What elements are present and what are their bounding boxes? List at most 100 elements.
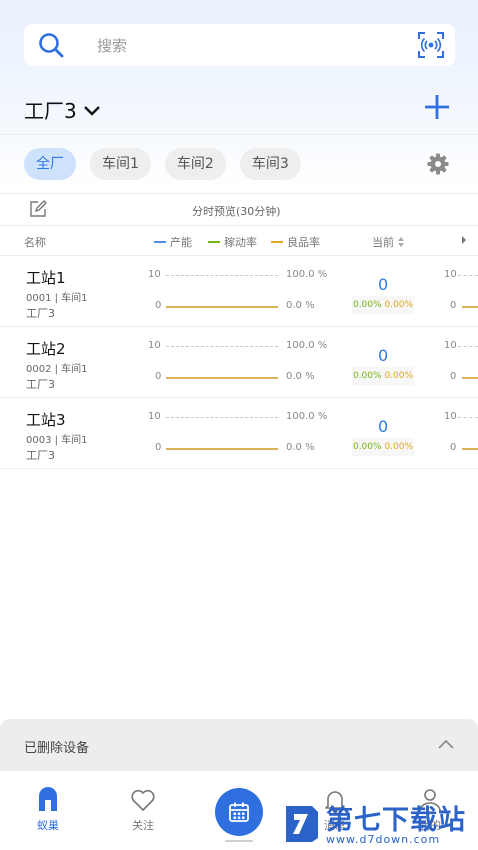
percent-min-label: 0.0 % [286, 300, 315, 311]
filter-chip-workshop3[interactable]: 车间3 [239, 148, 301, 180]
percent-max-label: 100.0 % [286, 411, 328, 422]
next-axis-max-label: 10 [444, 269, 457, 280]
chevron-down-icon [83, 105, 100, 116]
chevron-up-icon[interactable] [437, 736, 455, 754]
station-name: 工站2 [26, 340, 66, 358]
utilization-rate: 0.00% [352, 300, 382, 310]
legend-label: 良品率 [287, 236, 320, 249]
station-factory: 工厂3 [26, 307, 55, 320]
axis-max-label: 10 [148, 411, 161, 422]
station-row[interactable]: 工站2 0002 | 车间1 工厂3 10 0 100.0 % 0.0 % 0 … [0, 327, 478, 398]
legend-label: 产能 [170, 236, 192, 249]
tab-label: 蚁巢 [37, 819, 59, 832]
divider [0, 134, 478, 135]
center-indicator [225, 840, 253, 842]
scan-icon[interactable] [417, 31, 445, 59]
current-value: 0 [378, 417, 389, 436]
deleted-devices-label: 已删除设备 [24, 741, 90, 756]
factory-selector[interactable]: 工厂3 [24, 95, 101, 124]
next-axis-min-label: 0 [450, 300, 457, 311]
legend-swatch [154, 241, 166, 243]
legend-swatch [271, 241, 283, 243]
chart-gridline [166, 417, 278, 418]
utilization-rate: 0.00% [352, 371, 382, 381]
chart-series-line [166, 448, 278, 450]
chart-series-line [166, 377, 278, 379]
column-name-header: 名称 [24, 236, 46, 249]
station-code: 0003 | 车间1 [26, 435, 88, 446]
rate-badges: 0.00% 0.00% [352, 296, 414, 314]
axis-min-label: 0 [155, 442, 162, 453]
current-header-label: 当前 [372, 236, 394, 249]
station-row[interactable]: 工站1 0001 | 车间1 工厂3 10 0 100.0 % 0.0 % 0 … [0, 256, 478, 327]
home-icon [39, 787, 57, 811]
next-axis-min-label: 0 [450, 442, 457, 453]
preview-label: 分时预览(30分钟) [192, 205, 281, 218]
axis-min-label: 0 [155, 300, 162, 311]
rate-badges: 0.00% 0.00% [352, 367, 414, 385]
legend-utilization: 稼动率 [208, 234, 257, 250]
chart-series-line [462, 377, 478, 379]
gear-icon[interactable] [426, 152, 450, 176]
heart-icon [131, 789, 155, 811]
station-factory: 工厂3 [26, 378, 55, 391]
add-icon[interactable] [424, 94, 450, 120]
axis-min-label: 0 [155, 371, 162, 382]
next-axis-max-label: 10 [444, 411, 457, 422]
table-header: 名称 产能 稼动率 良品率 当前 [0, 230, 478, 254]
current-sort-header[interactable]: 当前 [372, 234, 405, 250]
yield-rate: 0.00% [384, 371, 414, 381]
chart-series-line [462, 448, 478, 450]
station-code: 0001 | 车间1 [26, 293, 88, 304]
legend-yield: 良品率 [271, 234, 320, 250]
tab-home[interactable]: 蚁巢 [18, 787, 78, 833]
station-name: 工站3 [26, 411, 66, 429]
station-row[interactable]: 工站3 0003 | 车间1 工厂3 10 0 100.0 % 0.0 % 0 … [0, 398, 478, 469]
percent-max-label: 100.0 % [286, 269, 328, 280]
chart-gridline [458, 417, 478, 418]
chart-series-line [166, 306, 278, 308]
deleted-devices-panel[interactable]: 已删除设备 [0, 719, 478, 771]
yield-rate: 0.00% [384, 300, 414, 310]
watermark-url: www.d7down.com [326, 833, 441, 846]
workshop-filter-tabs: 全厂 车间1 车间2 车间3 [24, 148, 301, 180]
watermark-logo-icon [286, 806, 318, 842]
divider [0, 225, 478, 226]
calendar-icon [229, 802, 249, 822]
percent-min-label: 0.0 % [286, 371, 315, 382]
next-axis-max-label: 10 [444, 340, 457, 351]
current-value: 0 [378, 346, 389, 365]
next-axis-min-label: 0 [450, 371, 457, 382]
chart-gridline [458, 275, 478, 276]
station-code: 0002 | 车间1 [26, 364, 88, 375]
axis-max-label: 10 [148, 269, 161, 280]
legend-label: 稼动率 [224, 236, 257, 249]
axis-max-label: 10 [148, 340, 161, 351]
search-bar[interactable]: 搜索 [24, 24, 455, 66]
percent-min-label: 0.0 % [286, 442, 315, 453]
filter-chip-workshop2[interactable]: 车间2 [164, 148, 226, 180]
legend-capacity: 产能 [154, 234, 192, 250]
yield-rate: 0.00% [384, 442, 414, 452]
edit-icon[interactable] [29, 200, 47, 218]
station-factory: 工厂3 [26, 449, 55, 462]
scroll-right-icon[interactable] [460, 234, 468, 246]
station-name: 工站1 [26, 269, 66, 287]
legend-swatch [208, 241, 220, 243]
calendar-button[interactable] [215, 788, 263, 836]
tab-label: 关注 [132, 819, 154, 832]
search-icon [39, 33, 64, 58]
divider [0, 193, 478, 194]
preview-row: 分时预览(30分钟) [0, 196, 478, 224]
percent-max-label: 100.0 % [286, 340, 328, 351]
filter-chip-workshop1[interactable]: 车间1 [90, 148, 151, 180]
filter-chip-all[interactable]: 全厂 [24, 148, 76, 180]
chart-gridline [166, 275, 278, 276]
chart-gridline [166, 346, 278, 347]
utilization-rate: 0.00% [352, 442, 382, 452]
tab-follow[interactable]: 关注 [113, 787, 173, 833]
chart-series-line [462, 306, 478, 308]
rate-badges: 0.00% 0.00% [352, 438, 414, 456]
search-input[interactable]: 搜索 [97, 35, 127, 56]
sort-icon [398, 237, 404, 247]
